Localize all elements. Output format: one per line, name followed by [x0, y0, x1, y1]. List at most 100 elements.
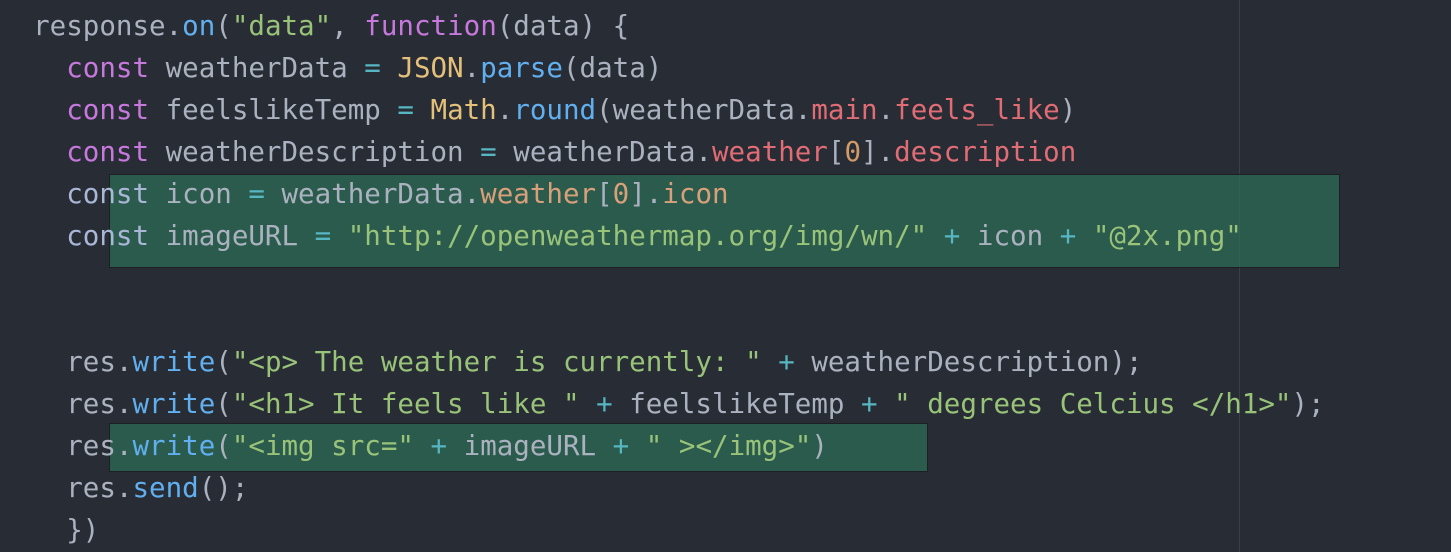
code-token: ): [1059, 94, 1077, 126]
code-line[interactable]: const weatherDescription = weatherData.w…: [0, 131, 1325, 173]
code-token: "<h1> It feels like ": [231, 388, 580, 420]
code-token: const: [66, 178, 150, 210]
code-token: =: [314, 220, 332, 252]
code-token: icon: [662, 178, 729, 210]
code-token: description: [894, 136, 1077, 168]
code-token: weatherData: [149, 52, 365, 84]
code-token: icon: [960, 220, 1060, 252]
code-token: (weatherData.: [596, 94, 812, 126]
code-token: main: [811, 94, 878, 126]
code-line[interactable]: res.write("<img src=" + imageURL + " ></…: [0, 425, 1325, 467]
code-token: =: [397, 94, 414, 126]
code-line[interactable]: const feelslikeTemp = Math.round(weather…: [0, 89, 1325, 131]
code-token: write: [132, 388, 216, 420]
code-token: 0: [612, 178, 630, 210]
code-token: const: [66, 136, 150, 168]
code-token: JSON: [397, 52, 464, 84]
code-line[interactable]: ​: [0, 257, 1325, 299]
code-line[interactable]: const icon = weatherData.weather[0].icon: [0, 173, 1325, 215]
code-token: +: [1059, 220, 1077, 252]
code-token: 0: [844, 136, 861, 168]
code-token: ): [811, 430, 828, 462]
code-token: weatherDescription);: [794, 346, 1143, 378]
code-token: ].: [861, 136, 895, 168]
code-token: parse: [480, 52, 563, 84]
code-token: feelslikeTemp: [612, 388, 861, 420]
code-token: imageURL: [149, 220, 315, 252]
code-editor[interactable]: response.on("data", function(data) { con…: [0, 0, 1451, 552]
code-token: imageURL: [447, 430, 613, 462]
code-line[interactable]: ​: [0, 299, 1325, 341]
code-token: response: [33, 10, 166, 42]
code-token: "@2x.png": [1092, 220, 1242, 252]
code-token: ();: [198, 472, 249, 504]
code-token: =: [480, 136, 497, 168]
code-token: on: [182, 10, 216, 42]
code-token: " degrees Celcius </h1>": [894, 388, 1292, 420]
code-token: "http://openweathermap.org/img/wn/": [347, 220, 928, 252]
code-line[interactable]: res.write("<p> The weather is currently:…: [0, 341, 1325, 383]
code-token: weatherDescription: [149, 136, 481, 168]
code-token: =: [248, 178, 265, 210]
code-token: const: [66, 94, 150, 126]
code-token: send: [132, 472, 199, 504]
code-token: feelslikeTemp: [149, 94, 398, 126]
code-token: res.: [66, 388, 133, 420]
code-token: );: [1291, 388, 1325, 420]
code-token: weatherData.: [496, 136, 712, 168]
code-line[interactable]: response.on("data", function(data) {: [0, 5, 1325, 47]
code-token: .: [496, 94, 514, 126]
code-token: (data) {: [496, 10, 630, 42]
code-token: (data): [562, 52, 663, 84]
code-token: +: [612, 430, 630, 462]
code-token: =: [364, 52, 381, 84]
code-token: +: [596, 388, 613, 420]
code-token: " ></img>": [645, 430, 812, 462]
code-lines[interactable]: response.on("data", function(data) { con…: [0, 5, 1325, 551]
code-token: +: [430, 430, 448, 462]
code-token: (: [215, 430, 232, 462]
code-token: write: [132, 430, 216, 462]
code-line[interactable]: const imageURL = "http://openweathermap.…: [0, 215, 1325, 257]
code-token: .: [165, 10, 183, 42]
code-line[interactable]: const weatherData = JSON.parse(data): [0, 47, 1325, 89]
code-token: ].: [629, 178, 663, 210]
code-token: +: [861, 388, 878, 420]
code-token: feels_like: [894, 94, 1060, 126]
code-token: ,: [331, 10, 365, 42]
code-token: const: [66, 52, 150, 84]
code-token: function: [364, 10, 497, 42]
code-token: "<p> The weather is currently: ": [231, 346, 762, 378]
code-token: (: [215, 10, 232, 42]
code-token: (: [215, 346, 232, 378]
code-token: }): [66, 514, 100, 546]
code-token: weatherData.: [264, 178, 481, 210]
code-token: weather: [480, 178, 597, 210]
code-token: [: [596, 178, 613, 210]
code-token: .: [877, 94, 895, 126]
code-line[interactable]: res.send();: [0, 467, 1325, 509]
code-token: round: [513, 94, 597, 126]
code-token: const: [66, 220, 150, 252]
code-token: weather: [711, 136, 828, 168]
code-line[interactable]: res.write("<h1> It feels like " + feelsl…: [0, 383, 1325, 425]
code-token: res.: [66, 472, 133, 504]
code-token: icon: [149, 178, 249, 210]
code-line[interactable]: }): [0, 509, 1325, 551]
